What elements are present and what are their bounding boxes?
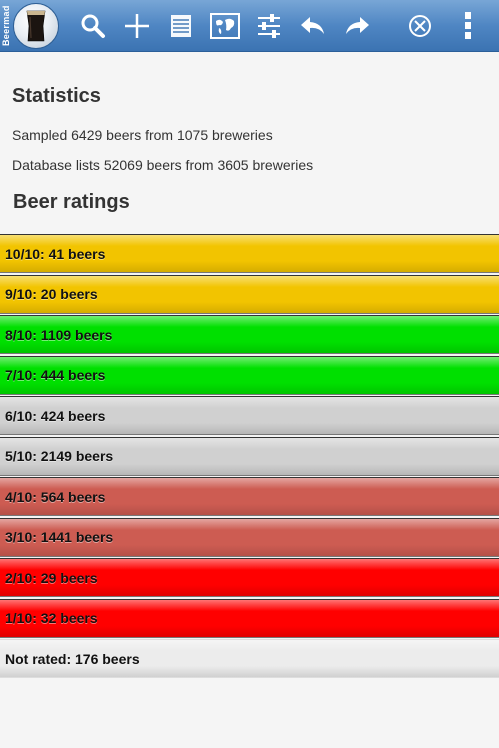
rating-row-1[interactable]: 1/10: 32 beers (0, 598, 499, 638)
database-stat: Database lists 52069 beers from 3605 bre… (12, 157, 314, 173)
rating-row-9[interactable]: 9/10: 20 beers (0, 274, 499, 314)
rating-row-8[interactable]: 8/10: 1109 beers (0, 315, 499, 354)
rating-row-4[interactable]: 4/10: 564 beers (0, 477, 499, 516)
rating-row-7[interactable]: 7/10: 444 beers (0, 355, 499, 395)
app-name: Beermad (1, 5, 11, 47)
rating-row-5[interactable]: 5/10: 2149 beers (0, 436, 499, 476)
overflow-menu-icon[interactable] (451, 9, 485, 43)
redo-arrow-icon[interactable] (340, 9, 374, 43)
list-icon[interactable] (164, 9, 198, 43)
rating-row-2[interactable]: 2/10: 29 beers (0, 558, 499, 597)
map-icon[interactable] (208, 9, 242, 43)
rating-row-not-rated[interactable]: Not rated: 176 beers (0, 639, 499, 678)
top-toolbar: Beermad (0, 0, 499, 52)
sampled-stat: Sampled 6429 beers from 1075 breweries (12, 127, 273, 143)
rating-row-3[interactable]: 3/10: 1441 beers (0, 517, 499, 557)
ratings-list: 10/10: 41 beers 9/10: 20 beers 8/10: 110… (0, 234, 499, 680)
search-icon[interactable] (76, 9, 110, 43)
beermad-screen: Beermad Statistics Sampled 6429 beers fr… (0, 0, 499, 748)
beer-ratings-heading: Beer ratings (13, 191, 130, 213)
statistics-heading: Statistics (12, 85, 101, 107)
close-circle-icon[interactable] (403, 9, 437, 43)
undo-arrow-icon[interactable] (296, 9, 330, 43)
add-icon[interactable] (120, 9, 154, 43)
rating-row-10[interactable]: 10/10: 41 beers (0, 234, 499, 273)
settings-sliders-icon[interactable] (252, 9, 286, 43)
app-logo-beer-glass-icon[interactable] (13, 3, 59, 49)
rating-row-6[interactable]: 6/10: 424 beers (0, 396, 499, 435)
